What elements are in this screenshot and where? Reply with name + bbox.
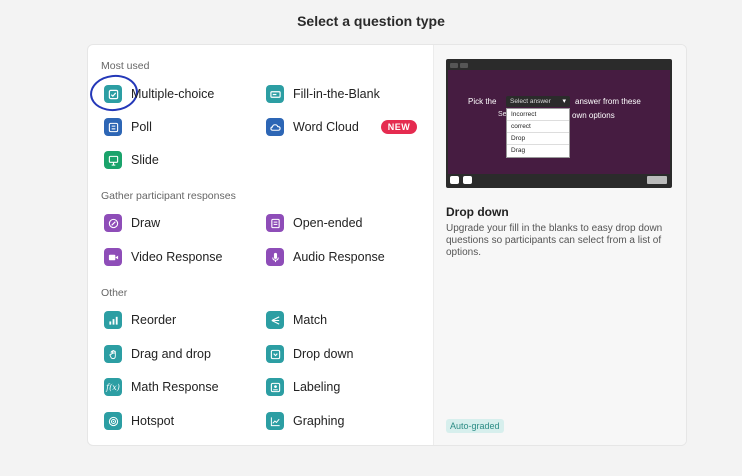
preview-select: Select answer ▾: [506, 96, 570, 107]
option-hotspot[interactable]: Hotspot: [104, 410, 174, 432]
option-graphing[interactable]: Graphing: [266, 410, 344, 432]
option-match[interactable]: Match: [266, 309, 327, 331]
option-poll[interactable]: Poll: [104, 116, 152, 138]
option-label: Word Cloud: [293, 120, 359, 134]
checkbox-icon: [104, 85, 122, 103]
option-label: Video Response: [131, 250, 223, 264]
microphone-icon: [266, 248, 284, 266]
section-gather-responses: Gather participant responses: [101, 190, 236, 202]
option-label: Labeling: [293, 380, 341, 394]
detail-description: Upgrade your fill in the blanks to easy …: [446, 223, 663, 258]
text-field-icon: [266, 85, 284, 103]
option-label: Fill-in-the-Blank: [293, 87, 380, 101]
section-most-used: Most used: [101, 60, 150, 72]
preview-text-after: answer from these: [575, 97, 641, 106]
preview-dot: [463, 176, 472, 184]
option-open-ended[interactable]: Open-ended: [266, 212, 363, 234]
preview-dropdown-menu: Incorrect correct Drop Drag: [506, 108, 570, 158]
hand-grab-icon: [104, 345, 122, 363]
option-fill-in-the-blank[interactable]: Fill-in-the-Blank: [266, 83, 380, 105]
section-other: Other: [101, 287, 128, 299]
presentation-icon: [104, 151, 122, 169]
option-audio-response[interactable]: Audio Response: [266, 246, 385, 268]
option-label: Multiple-choice: [131, 87, 215, 101]
option-word-cloud[interactable]: Word Cloud NEW: [266, 116, 418, 138]
dialog-title: Select a question type: [297, 13, 445, 29]
option-multiple-choice[interactable]: Multiple-choice: [104, 83, 214, 105]
label-image-icon: [266, 378, 284, 396]
preview-button: [647, 176, 667, 184]
bar-chart-icon: [104, 311, 122, 329]
preview-dot: [450, 63, 458, 68]
line-graph-icon: [266, 412, 284, 430]
option-drop-down[interactable]: Drop down: [266, 343, 353, 365]
preview-image: Pick the Select answer ▾ answer from the…: [446, 59, 672, 188]
option-math-response[interactable]: f(x) Math Response: [104, 376, 219, 398]
preview-text-before: Pick the: [468, 97, 497, 106]
preview-option: Incorrect: [507, 109, 569, 121]
new-badge: NEW: [380, 120, 418, 134]
option-label: Draw: [131, 216, 161, 230]
detail-panel: Pick the Select answer ▾ answer from the…: [433, 45, 686, 445]
poll-icon: [104, 118, 122, 136]
option-labeling[interactable]: Labeling: [266, 376, 340, 398]
option-label: Open-ended: [293, 216, 363, 230]
auto-graded-badge: Auto-graded: [446, 419, 504, 433]
dropdown-icon: [266, 345, 284, 363]
option-drag-and-drop[interactable]: Drag and drop: [104, 343, 211, 365]
question-type-card: Most used Multiple-choice Fill-in-the-Bl…: [87, 44, 687, 446]
preview-option: Drop: [507, 133, 569, 145]
option-label: Drag and drop: [131, 347, 211, 361]
preview-dot: [460, 63, 468, 68]
option-label: Hotspot: [131, 414, 175, 428]
cloud-icon: [266, 118, 284, 136]
preview-option: correct: [507, 121, 569, 133]
option-label: Audio Response: [293, 250, 385, 264]
pen-icon: [104, 214, 122, 232]
option-label: Drop down: [293, 347, 354, 361]
text-lines-icon: [266, 214, 284, 232]
option-label: Match: [293, 313, 328, 327]
function-icon: f(x): [104, 378, 122, 396]
video-camera-icon: [104, 248, 122, 266]
option-slide[interactable]: Slide: [104, 149, 159, 171]
option-label: Reorder: [131, 313, 177, 327]
caret-down-icon: ▾: [562, 98, 566, 105]
preview-option: Drag: [511, 147, 526, 154]
preview-top-bar: [448, 61, 670, 70]
option-reorder[interactable]: Reorder: [104, 309, 176, 331]
option-label: Poll: [131, 120, 152, 134]
option-draw[interactable]: Draw: [104, 212, 160, 234]
preview-text-line2: own options: [572, 111, 615, 120]
detail-title: Drop down: [446, 205, 509, 219]
target-icon: [104, 412, 122, 430]
option-label: Slide: [131, 153, 159, 167]
dialog-header: Select a question type: [0, 0, 742, 44]
preview-select-placeholder: Select answer: [510, 98, 551, 105]
option-video-response[interactable]: Video Response: [104, 246, 223, 268]
preview-bottom-bar: [448, 174, 670, 186]
question-type-list: Most used Multiple-choice Fill-in-the-Bl…: [88, 45, 433, 445]
match-icon: [266, 311, 284, 329]
option-label: Math Response: [131, 380, 219, 394]
preview-dot: [450, 176, 459, 184]
option-label: Graphing: [293, 414, 345, 428]
